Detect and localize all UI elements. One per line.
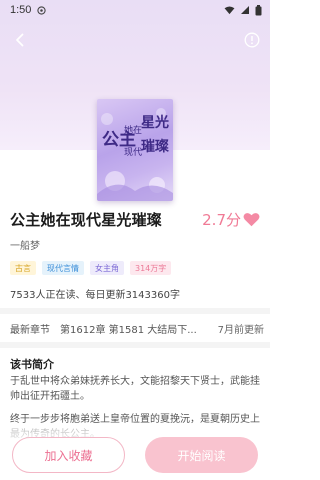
status-bar: 1:50 bbox=[0, 0, 270, 20]
battery-icon bbox=[255, 4, 262, 16]
cover-illustration: 公主 她在 现代 星光 璀璨 bbox=[97, 108, 173, 201]
tag[interactable]: 女主角 bbox=[90, 261, 124, 275]
tag-list: 古言 现代言情 女主角 314万字 bbox=[10, 261, 172, 275]
add-to-shelf-button[interactable]: 加入收藏 bbox=[12, 437, 125, 473]
title-row: 公主她在现代星光璀璨 2.7分 bbox=[10, 208, 260, 230]
cover-title-line: 现代 bbox=[124, 147, 142, 158]
cover-title-line: 她在 bbox=[124, 124, 142, 136]
rating-score: 2.7分 bbox=[202, 210, 241, 229]
author-name[interactable]: 一船梦 bbox=[10, 237, 40, 252]
intro-title: 该书简介 bbox=[10, 358, 54, 371]
divider bbox=[0, 342, 270, 348]
latest-chapter-label: 最新章节 bbox=[10, 324, 50, 336]
start-reading-button[interactable]: 开始阅读 bbox=[145, 437, 258, 473]
tag[interactable]: 现代言情 bbox=[42, 261, 84, 275]
book-title: 公主她在现代星光璀璨 bbox=[10, 210, 163, 229]
tag: 314万字 bbox=[130, 261, 172, 275]
latest-chapter-row[interactable]: 最新章节 第1612章 第1581 大结局下... 7月前更新 bbox=[10, 314, 264, 342]
cover-title-line: 星光 bbox=[141, 114, 169, 131]
heart-icon[interactable] bbox=[243, 212, 260, 227]
reader-stats: 7533人正在读、每日更新3143360字 bbox=[10, 290, 180, 301]
cover-title-line: 璀璨 bbox=[141, 138, 170, 155]
back-button[interactable] bbox=[10, 30, 30, 50]
latest-chapter-title: 第1612章 第1581 大结局下... bbox=[60, 324, 197, 336]
status-time: 1:50 bbox=[10, 4, 32, 16]
tag[interactable]: 古言 bbox=[10, 261, 36, 275]
info-button[interactable] bbox=[242, 30, 262, 50]
wifi-icon bbox=[224, 5, 235, 15]
notification-icon bbox=[37, 5, 47, 15]
info-circle-icon bbox=[244, 32, 260, 48]
intro-paragraph: 于乱世中将众弟妹抚养长大，文能招黎天下贤士，武能挂帅出征开拓疆土。 bbox=[10, 376, 260, 402]
chevron-left-icon bbox=[14, 33, 26, 47]
book-cover[interactable]: 公主 她在 现代 星光 璀璨 bbox=[97, 99, 173, 201]
signal-icon bbox=[240, 5, 250, 15]
latest-chapter-time: 7月前更新 bbox=[217, 324, 264, 336]
rating: 2.7分 bbox=[202, 209, 260, 230]
